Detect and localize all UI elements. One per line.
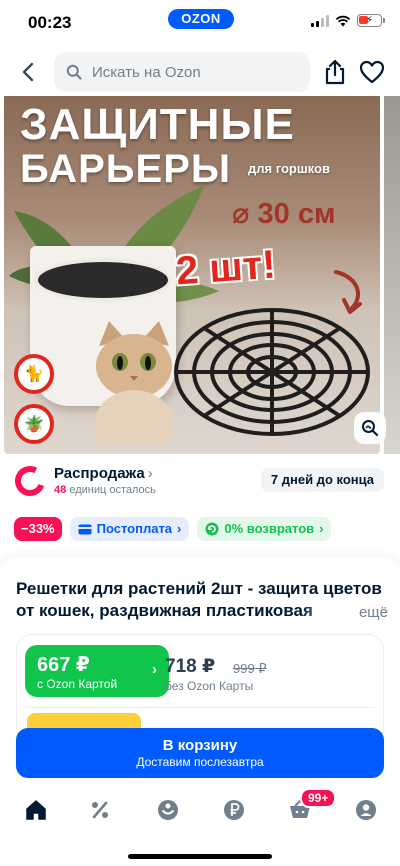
search-input[interactable]: Искать на Ozon bbox=[54, 52, 310, 92]
search-header: Искать на Ozon bbox=[0, 50, 400, 94]
status-icons: ⚡ bbox=[311, 14, 385, 27]
visual-search-button[interactable] bbox=[354, 412, 386, 444]
add-to-cart-button[interactable]: В корзину Доставим послезавтра bbox=[16, 728, 384, 778]
return-icon bbox=[205, 522, 219, 536]
search-placeholder: Искать на Ozon bbox=[92, 63, 201, 81]
product-title-block: Решетки для растений 2шт - защита цветов… bbox=[0, 558, 400, 628]
profile-icon bbox=[356, 800, 376, 820]
sale-countdown-badge: 7 дней до конца bbox=[260, 468, 384, 492]
signal-icon bbox=[311, 14, 329, 27]
nav-finance[interactable] bbox=[220, 796, 248, 824]
image-search-icon bbox=[362, 420, 379, 437]
home-indicator bbox=[128, 854, 272, 859]
nav-discounts[interactable] bbox=[86, 796, 114, 824]
back-button[interactable] bbox=[14, 58, 42, 86]
ozon-card-price-button[interactable]: 667 ₽ с Ozon Картой › bbox=[25, 645, 169, 697]
postpay-badge[interactable]: Постоплата › bbox=[69, 517, 190, 541]
ozon-card-price: 667 ₽ bbox=[37, 654, 90, 676]
regular-price-label: без Ozon Карты bbox=[165, 679, 254, 693]
chevron-right-icon: › bbox=[152, 661, 157, 678]
sale-remaining: 48 единиц осталось bbox=[54, 484, 156, 496]
share-button[interactable] bbox=[322, 58, 348, 86]
sale-banner[interactable]: Распродажа › 48 единиц осталось 7 дней до… bbox=[0, 460, 400, 502]
pot-barrier-illustration bbox=[34, 258, 172, 302]
wifi-icon bbox=[335, 15, 351, 26]
chevron-left-icon bbox=[22, 62, 34, 82]
sale-remaining-count: 48 bbox=[54, 484, 67, 496]
card-icon bbox=[78, 524, 92, 534]
percent-icon bbox=[92, 801, 108, 819]
search-icon bbox=[66, 64, 82, 80]
status-bar: 00:23 OZON ⚡ bbox=[0, 0, 400, 46]
sale-remaining-suffix: единиц осталось bbox=[69, 484, 156, 496]
product-badges: −33% Постоплата › 0% возвратов › bbox=[14, 517, 332, 541]
favorite-button[interactable] bbox=[358, 58, 386, 86]
ozon-app-badge: OZON bbox=[168, 9, 234, 29]
image-diameter-label: ⌀ 30 см bbox=[232, 198, 336, 230]
chevron-right-icon: › bbox=[147, 465, 153, 482]
delivery-label: Доставим послезавтра bbox=[136, 755, 264, 769]
arrow-decoration-icon bbox=[334, 270, 362, 314]
product-gallery[interactable]: ЗАЩИТНЫЕ БАРЬЕРЫ для горшков ⌀ 30 см 2 ш… bbox=[0, 96, 400, 454]
nav-profile[interactable] bbox=[352, 796, 380, 824]
returns-badge[interactable]: 0% возвратов › bbox=[197, 517, 332, 541]
discount-badge: −33% bbox=[14, 517, 62, 541]
add-to-cart-label: В корзину bbox=[162, 737, 238, 754]
cat-illustration bbox=[94, 321, 174, 446]
chevron-right-icon: › bbox=[319, 521, 324, 536]
nav-fresh[interactable] bbox=[154, 796, 182, 824]
nav-home[interactable] bbox=[22, 796, 50, 824]
ozon-card-price-label: с Ozon Картой bbox=[37, 677, 118, 691]
title-more-link[interactable]: ещё bbox=[359, 602, 388, 624]
sale-title[interactable]: Распродажа › bbox=[54, 465, 153, 482]
sale-title-text: Распродажа bbox=[54, 465, 145, 482]
share-icon bbox=[325, 59, 345, 85]
returns-label: 0% возвратов bbox=[224, 521, 315, 536]
product-photo[interactable]: ЗАЩИТНЫЕ БАРЬЕРЫ для горшков ⌀ 30 см 2 ш… bbox=[4, 96, 380, 454]
battery-icon: ⚡ bbox=[357, 14, 385, 27]
status-time: 00:23 bbox=[28, 13, 72, 32]
ruble-icon bbox=[224, 800, 244, 820]
image-quantity-label: 2 шт! bbox=[174, 242, 277, 294]
barrier-grid-illustration bbox=[174, 308, 370, 436]
heart-icon bbox=[359, 60, 385, 84]
old-price: 999 ₽ bbox=[233, 661, 267, 676]
home-icon bbox=[26, 800, 46, 820]
chevron-right-icon: › bbox=[177, 521, 182, 536]
image-headline-line2: БАРЬЕРЫ bbox=[20, 147, 232, 191]
price-divider bbox=[25, 707, 375, 708]
sale-logo-icon bbox=[15, 466, 45, 496]
image-subtitle: для горшков bbox=[248, 161, 330, 176]
image-headline-line1: ЗАЩИТНЫЕ bbox=[20, 100, 295, 149]
postpay-label: Постоплата bbox=[96, 521, 173, 536]
cart-count-badge: 99+ bbox=[300, 788, 337, 808]
no-digging-icon: 🪴 bbox=[14, 404, 54, 444]
basket-smile-icon bbox=[158, 800, 178, 820]
no-cat-icon: 🐈 bbox=[14, 354, 54, 394]
regular-price: 718 ₽ bbox=[165, 656, 216, 677]
bottom-navigation: 99+ bbox=[0, 780, 400, 866]
next-photo-preview[interactable] bbox=[384, 96, 400, 454]
